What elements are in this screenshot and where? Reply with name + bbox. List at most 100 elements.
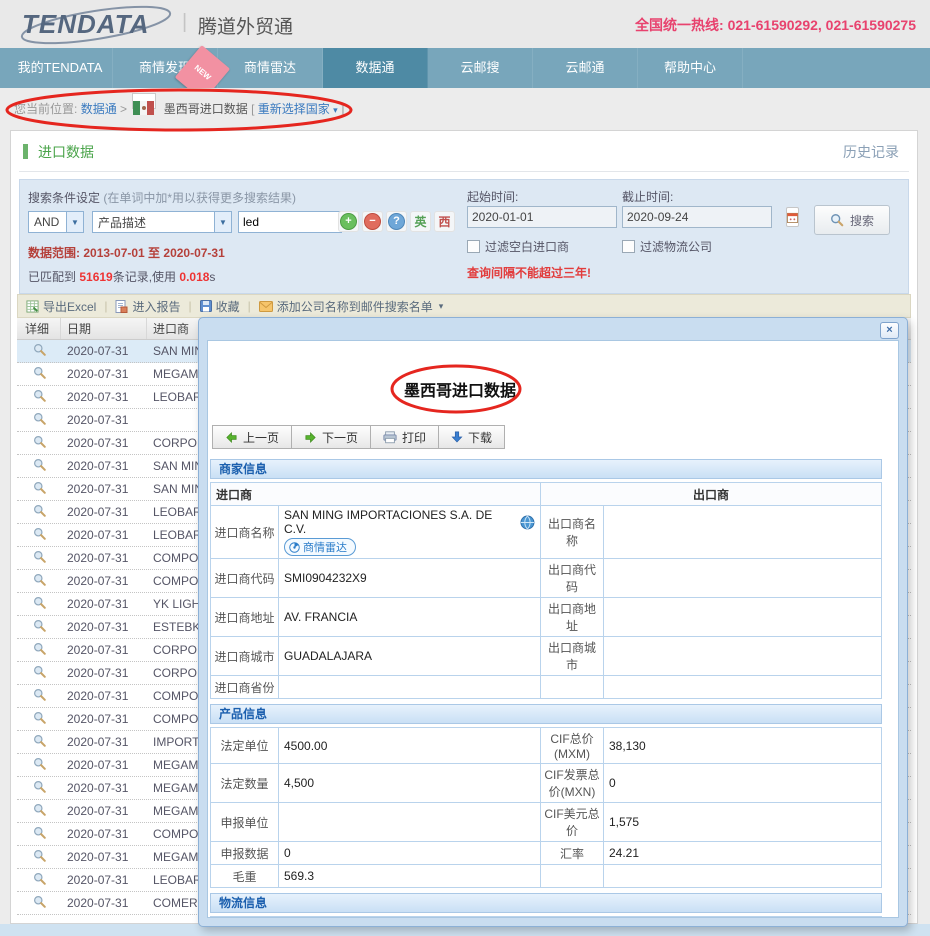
app-header: TENDATA | 腾道外贸通 全国统一热线: 021-61590292, 02… <box>0 0 930 48</box>
magnifier-icon <box>33 481 46 494</box>
favorite-button[interactable]: 收藏 <box>200 298 240 315</box>
product-row: 毛重 569.3 <box>211 865 882 888</box>
view-detail-button[interactable] <box>17 573 61 589</box>
column-header-detail[interactable]: 详细 <box>17 318 61 339</box>
magnifier-icon <box>33 573 46 586</box>
view-detail-button[interactable] <box>17 642 61 658</box>
view-detail-button[interactable] <box>17 527 61 543</box>
view-detail-button[interactable] <box>17 803 61 819</box>
radar-icon <box>289 542 300 553</box>
view-detail-button[interactable] <box>17 711 61 727</box>
magnifier-icon <box>33 711 46 724</box>
view-detail-button[interactable] <box>17 872 61 888</box>
row-date: 2020-07-31 <box>61 666 147 680</box>
remove-condition-button[interactable]: − <box>362 211 383 232</box>
view-detail-button[interactable] <box>17 757 61 773</box>
nav-tab-label: 帮助中心 <box>664 60 716 75</box>
column-header-date[interactable]: 日期 <box>61 318 147 339</box>
magnifier-icon <box>33 550 46 563</box>
magnifier-icon <box>33 734 46 747</box>
end-date-input[interactable] <box>623 210 786 224</box>
view-detail-button[interactable] <box>17 481 61 497</box>
business-radar-badge[interactable]: 商情雷达 <box>284 538 356 556</box>
breadcrumb-prefix: 您当前位置: <box>14 102 77 116</box>
magnifier-icon <box>33 435 46 448</box>
bracket-open: [ <box>251 102 254 116</box>
close-button[interactable]: × <box>880 322 899 339</box>
view-detail-button[interactable] <box>17 389 61 405</box>
field-value: SMI0904232X9 <box>279 559 541 598</box>
view-detail-button[interactable] <box>17 780 61 796</box>
section-merchant-info: 商家信息 <box>210 459 882 479</box>
nav-tab[interactable]: 我的TENDATA <box>8 48 113 88</box>
start-date-label: 起始时间: <box>467 188 518 205</box>
boolean-operator-select[interactable]: AND ▼ <box>28 211 84 233</box>
view-detail-button[interactable] <box>17 849 61 865</box>
search-button[interactable]: 搜索 <box>814 205 890 235</box>
export-excel-button[interactable]: 导出Excel <box>26 298 96 315</box>
add-condition-button[interactable]: + <box>338 211 359 232</box>
row-date: 2020-07-31 <box>61 505 147 519</box>
filter-blank-importer-checkbox[interactable] <box>467 240 480 253</box>
magnifier-icon <box>33 803 46 816</box>
download-icon <box>451 431 463 443</box>
help-button[interactable]: ? <box>386 211 407 232</box>
nav-tab[interactable]: 商情发现 NEW <box>113 48 218 88</box>
chevron-down-icon[interactable]: ▾ <box>333 105 338 115</box>
field-value: 0 <box>604 764 882 803</box>
view-detail-button[interactable] <box>17 619 61 635</box>
view-detail-button[interactable] <box>17 458 61 474</box>
field-label: 进口商地址 <box>211 598 279 637</box>
tendata-logo[interactable]: TENDATA <box>22 5 178 43</box>
keyword-input[interactable] <box>238 211 342 233</box>
field-label: 出口商名称 <box>541 506 604 559</box>
view-detail-button[interactable] <box>17 665 61 681</box>
lang-english-button[interactable]: 英 <box>410 211 431 232</box>
view-detail-button[interactable] <box>17 366 61 382</box>
view-detail-button[interactable] <box>17 343 61 359</box>
chevron-down-icon[interactable]: ▼ <box>214 212 231 232</box>
row-date: 2020-07-31 <box>61 390 147 404</box>
view-detail-button[interactable] <box>17 826 61 842</box>
next-page-button[interactable]: 下一页 <box>291 425 371 449</box>
nav-tab[interactable]: 商情雷达 <box>218 48 323 88</box>
field-label: 法定单位 <box>211 728 279 764</box>
merchant-table: 进口商 出口商 进口商名称 SAN MING IMPORTACIONES S.A… <box>210 482 882 699</box>
magnifier-icon <box>33 895 46 908</box>
view-detail-button[interactable] <box>17 435 61 451</box>
search-hint: (在单词中加*用以获得更多搜索结果) <box>103 191 296 205</box>
breadcrumb-link-datahub[interactable]: 数据通 <box>81 102 117 116</box>
filter-logistics-checkbox[interactable] <box>622 240 635 253</box>
view-detail-button[interactable] <box>17 504 61 520</box>
nav-tab[interactable]: 帮助中心 <box>638 48 743 88</box>
field-value: 2020-07-31 <box>504 917 882 919</box>
lang-spanish-button[interactable]: 西 <box>434 211 455 232</box>
view-detail-button[interactable] <box>17 596 61 612</box>
prev-page-button[interactable]: 上一页 <box>212 425 292 449</box>
view-detail-button[interactable] <box>17 412 61 428</box>
print-button[interactable]: 打印 <box>370 425 439 449</box>
download-button[interactable]: 下载 <box>438 425 505 449</box>
search-field-select[interactable]: 产品描述 ▼ <box>92 211 232 233</box>
nav-tab[interactable]: 云邮搜 <box>428 48 533 88</box>
row-date: 2020-07-31 <box>61 896 147 910</box>
calendar-icon[interactable] <box>786 207 799 227</box>
filter-logistics-label: 过滤物流公司 <box>640 238 712 255</box>
nav-tab[interactable]: 数据通 <box>323 48 428 88</box>
view-detail-button[interactable] <box>17 895 61 911</box>
add-to-mail-list-button[interactable]: 添加公司名称到邮件搜索名单 ▾ <box>259 298 444 315</box>
chevron-down-icon[interactable]: ▼ <box>66 212 83 232</box>
row-date: 2020-07-31 <box>61 781 147 795</box>
enter-report-button[interactable]: 进入报告 <box>115 298 180 315</box>
globe-icon[interactable] <box>520 515 535 530</box>
history-link[interactable]: 历史记录 <box>843 142 899 162</box>
nav-tab-label: 商情雷达 <box>244 60 296 75</box>
nav-tab[interactable]: 云邮通 <box>533 48 638 88</box>
view-detail-button[interactable] <box>17 550 61 566</box>
start-date-input[interactable] <box>468 210 631 224</box>
view-detail-button[interactable] <box>17 688 61 704</box>
reselect-country-link[interactable]: 重新选择国家 <box>258 102 330 116</box>
magnifier-icon <box>33 389 46 402</box>
field-label: 日期 <box>444 917 504 919</box>
view-detail-button[interactable] <box>17 734 61 750</box>
